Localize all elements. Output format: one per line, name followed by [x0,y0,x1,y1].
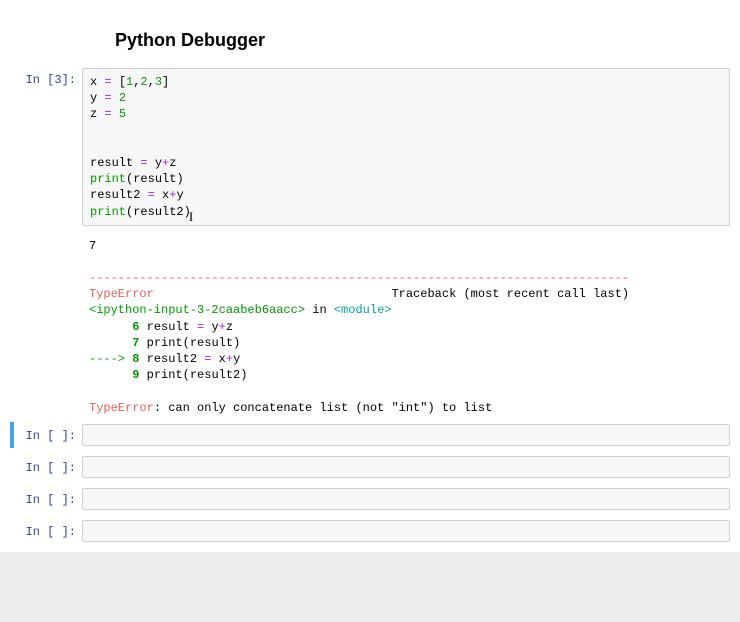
code-input-empty[interactable] [82,424,730,446]
code-cell-empty[interactable]: In [ ]: [10,486,730,512]
input-prompt-empty: In [ ]: [10,520,82,541]
code-cell-executed[interactable]: In [3]: x = [1,2,3] y = 2 z = 5 result =… [10,66,730,228]
code-cell-empty-selected[interactable]: In [ ]: [10,422,730,448]
input-prompt-empty: In [ ]: [10,456,82,477]
input-prompt-empty: In [ ]: [14,424,82,445]
page-title: Python Debugger [115,30,730,51]
traceback-module: <module> [334,303,392,317]
error-type-bottom: TypeError [89,401,154,415]
code-input-empty[interactable] [82,488,730,510]
text-cursor-icon [191,207,192,219]
code-cell-empty[interactable]: In [ ]: [10,454,730,480]
error-message: : can only concatenate list (not "int") … [154,401,492,415]
error-arrow-icon: ----> [89,352,132,366]
code-cell-empty[interactable]: In [ ]: [10,518,730,544]
traceback-label: Traceback (most recent call last) [391,287,629,301]
notebook-container: Python Debugger In [3]: x = [1,2,3] y = … [0,0,740,544]
code-input[interactable]: x = [1,2,3] y = 2 z = 5 result = y+z pri… [82,68,730,226]
input-prompt-empty: In [ ]: [10,488,82,509]
traceback-file: <ipython-input-3-2caabeb6aacc> [89,303,305,317]
input-prompt: In [3]: [10,68,82,89]
code-input-empty[interactable] [82,520,730,542]
error-type: TypeError [89,287,154,301]
cell-output: 7 --------------------------------------… [82,234,730,422]
output-stdout: 7 [89,239,96,253]
error-separator: ----------------------------------------… [89,271,629,285]
code-input-empty[interactable] [82,456,730,478]
